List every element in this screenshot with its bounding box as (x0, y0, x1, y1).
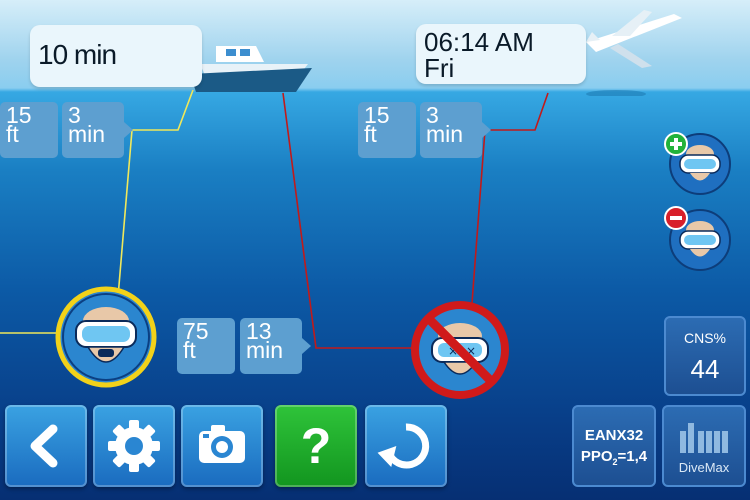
max-depth-tag: 75 ft (177, 318, 235, 374)
back-button[interactable] (5, 405, 87, 487)
minus-icon (670, 216, 682, 220)
bottom-time-tag: 13 min (240, 318, 302, 374)
dive-time-bubble: 10 min (30, 25, 202, 87)
cns-panel: CNS% 44 (664, 316, 746, 396)
clock-time: 06:14 AM (424, 27, 534, 57)
ppo2-readout: PPO2=1,4 (580, 448, 648, 467)
camera-icon (199, 425, 245, 463)
camera-button[interactable] (181, 405, 263, 487)
stop-tag-pointer-right (482, 122, 491, 138)
settings-button[interactable] (93, 405, 175, 487)
bottom-tag-pointer (302, 338, 311, 354)
question-icon: ? (300, 418, 332, 474)
divemax-logo: DiveMax (662, 405, 746, 487)
brand-name: DiveMax (678, 460, 730, 475)
help-button[interactable]: ? (275, 405, 357, 487)
stop-depth-tag-right: 15 ft (358, 102, 416, 158)
gas-mix-panel[interactable]: EANX32 PPO2=1,4 (572, 405, 656, 487)
stop-tag-pointer-left (124, 122, 133, 138)
refresh-icon (377, 423, 430, 469)
stop-depth-tag-left: 15 ft (0, 102, 58, 158)
cns-label: CNS% (683, 330, 726, 346)
dive-scene: 10 min 06:14 AM Fri 15 ft 3 min 15 ft 3 … (0, 0, 750, 500)
remove-diver-button[interactable] (660, 202, 736, 274)
clock-day: Fri (424, 53, 455, 83)
add-diver-button[interactable] (660, 130, 736, 196)
reset-button[interactable] (365, 405, 447, 487)
no-dive-icon[interactable]: × × (408, 298, 512, 402)
stop-time-tag-right: 3 min (420, 102, 482, 158)
gear-icon (108, 420, 160, 472)
dive-time-text: 10 min (38, 39, 117, 70)
cns-value: 44 (690, 354, 720, 384)
chevron-left-icon (30, 424, 58, 468)
divemax-logo-mark (680, 423, 728, 453)
diver-mask-icon[interactable] (54, 285, 158, 389)
stop-time-tag-left: 3 min (62, 102, 124, 158)
gas-mix-label: EANX32 (584, 427, 644, 444)
clock-bubble: 06:14 AM Fri (416, 24, 586, 84)
